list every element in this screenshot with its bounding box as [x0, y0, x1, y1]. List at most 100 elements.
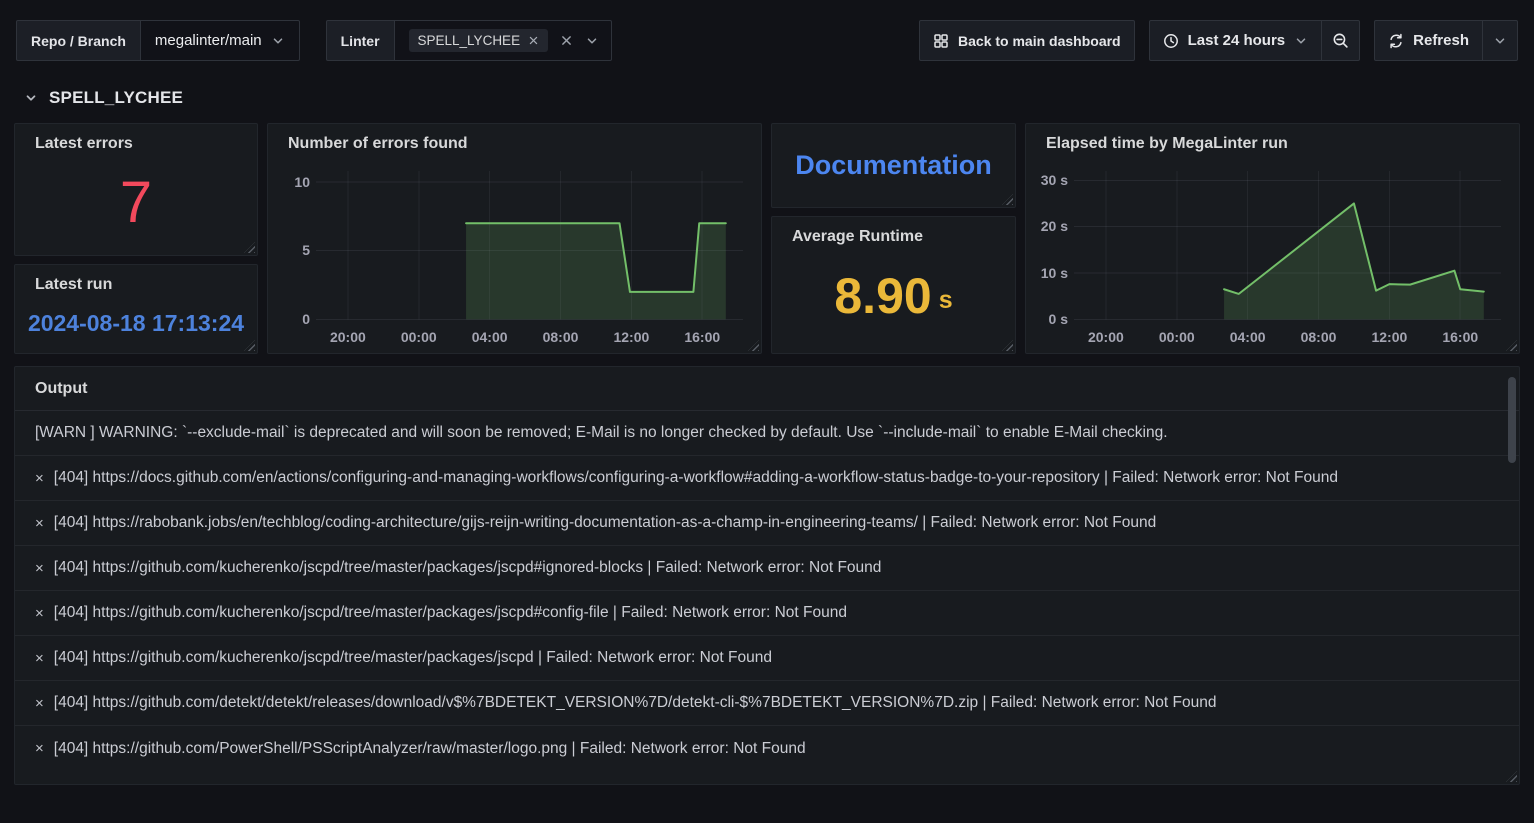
log-text: [WARN ] WARNING: `--exclude-mail` is dep… — [35, 424, 1168, 442]
log-text: [404] https://rabobank.jobs/en/techblog/… — [54, 514, 1156, 532]
log-text: [404] https://github.com/detekt/detekt/r… — [54, 694, 1217, 712]
linter-select[interactable]: SPELL_LYCHEE — [394, 20, 613, 61]
log-row: × [404] https://docs.github.com/en/actio… — [15, 456, 1519, 501]
dashboard-grid-icon — [933, 33, 949, 49]
panel-number-of-errors: Number of errors found 0510 20:0000:0004… — [267, 123, 762, 354]
panel-title[interactable]: Latest run — [15, 265, 257, 296]
linter-tag-chip[interactable]: SPELL_LYCHEE — [409, 29, 549, 52]
output-log-list: [WARN ] WARNING: `--exclude-mail` is dep… — [15, 411, 1519, 784]
x-axis-tick-label: 04:00 — [1230, 329, 1266, 345]
column-stats-right: Documentation Average Runtime 8.90 s — [771, 123, 1016, 354]
y-axis-tick-label: 30 s — [1041, 172, 1068, 188]
y-axis-tick-label: 5 — [302, 242, 310, 258]
x-axis-tick-label: 04:00 — [472, 329, 508, 345]
elapsed-time-chart: 0 s10 s20 s30 s 20:0000:0004:0008:0012:0… — [1034, 159, 1509, 347]
average-runtime-unit: s — [939, 286, 953, 315]
x-axis-tick-label: 16:00 — [684, 329, 720, 345]
panel-elapsed-time: Elapsed time by MegaLinter run 0 s 10 s 20… — [1025, 123, 1520, 354]
back-to-main-dashboard-button[interactable]: Back to main dashboard — [919, 20, 1135, 61]
refresh-button[interactable]: Refresh — [1374, 20, 1483, 61]
chevron-down-icon — [1493, 34, 1507, 48]
panel-output: Output [WARN ] WARNING: `--exclude-mail`… — [14, 366, 1520, 785]
grafana-dashboard: Repo / Branch megalinter/main Linter SPE… — [0, 20, 1534, 823]
x-axis-tick-label: 20:00 — [1088, 329, 1124, 345]
refresh-label: Refresh — [1413, 32, 1469, 49]
y-axis-tick-label: 20 s — [1041, 218, 1068, 234]
chart-plot-area — [316, 171, 743, 319]
panel-title[interactable]: Number of errors found — [268, 124, 761, 155]
average-runtime-value: 8.90 — [834, 271, 931, 321]
zoom-out-time-button[interactable] — [1321, 20, 1360, 61]
panel-title[interactable]: Elapsed time by MegaLinter run — [1026, 124, 1519, 155]
linter-variable: Linter SPELL_LYCHEE — [326, 20, 612, 61]
chart-svg — [316, 171, 743, 319]
time-range-label: Last 24 hours — [1188, 32, 1286, 49]
clock-icon — [1163, 33, 1179, 49]
log-row: × [404] https://github.com/kucherenko/js… — [15, 591, 1519, 636]
log-row: [WARN ] WARNING: `--exclude-mail` is dep… — [15, 411, 1519, 456]
linter-label: Linter — [326, 20, 395, 61]
panel-grid: Latest errors 7 Latest run 2024-08-18 17… — [14, 123, 1520, 354]
log-text: [404] https://github.com/kucherenko/jscp… — [54, 649, 772, 667]
row-header-spell-lychee[interactable]: SPELL_LYCHEE — [24, 88, 183, 108]
chevron-down-icon — [1294, 34, 1308, 48]
panel-latest-run: Latest run 2024-08-18 17:13:24 — [14, 264, 258, 354]
x-axis-tick-label: 12:00 — [613, 329, 649, 345]
remove-tag-icon[interactable] — [528, 35, 539, 46]
log-error-x-icon: × — [35, 650, 44, 667]
x-axis-tick-label: 20:00 — [330, 329, 366, 345]
time-range-picker[interactable]: Last 24 hours — [1149, 20, 1323, 61]
chart-svg — [1074, 171, 1501, 319]
x-axis-tick-label: 16:00 — [1442, 329, 1478, 345]
latest-errors-value: 7 — [120, 174, 152, 232]
y-axis-tick-label: 10 s — [1041, 265, 1068, 281]
log-text: [404] https://github.com/PowerShell/PSSc… — [54, 740, 806, 758]
refresh-icon — [1388, 33, 1404, 49]
y-axis-tick-label: 0 s — [1049, 311, 1068, 327]
log-error-x-icon: × — [35, 560, 44, 577]
log-row: × [404] https://github.com/kucherenko/js… — [15, 546, 1519, 591]
y-axis-tick-label: 0 — [302, 311, 310, 327]
log-error-x-icon: × — [35, 470, 44, 487]
repo-branch-variable: Repo / Branch megalinter/main — [16, 20, 300, 61]
latest-run-value: 2024-08-18 17:13:24 — [28, 310, 244, 337]
chevron-down-icon — [24, 91, 38, 105]
panel-title[interactable]: Latest errors — [15, 124, 257, 155]
log-row: × [404] https://github.com/kucherenko/js… — [15, 636, 1519, 681]
output-panel-title[interactable]: Output — [15, 367, 1519, 411]
panel-latest-errors: Latest errors 7 — [14, 123, 258, 256]
panel-average-runtime: Average Runtime 8.90 s — [771, 216, 1016, 354]
chart-plot-area — [1074, 171, 1501, 319]
clear-selection-icon[interactable] — [560, 34, 573, 47]
log-error-x-icon: × — [35, 605, 44, 622]
toolbar-right: Back to main dashboard Last 24 hours Ref… — [919, 20, 1518, 61]
back-button-label: Back to main dashboard — [958, 33, 1121, 49]
row-title: SPELL_LYCHEE — [49, 88, 183, 108]
repo-branch-value: megalinter/main — [155, 32, 262, 49]
log-text: [404] https://docs.github.com/en/actions… — [54, 469, 1338, 487]
zoom-out-icon — [1332, 32, 1349, 49]
panel-title[interactable]: Average Runtime — [772, 217, 1015, 248]
y-axis-labels: 0510 — [276, 171, 310, 319]
toolbar: Repo / Branch megalinter/main Linter SPE… — [16, 20, 1518, 61]
log-text: [404] https://github.com/kucherenko/jscp… — [54, 604, 847, 622]
panel-documentation: Documentation — [771, 123, 1016, 208]
log-error-x-icon: × — [35, 515, 44, 532]
repo-branch-label: Repo / Branch — [16, 20, 141, 61]
x-axis-tick-label: 00:00 — [1159, 329, 1195, 345]
x-axis-tick-label: 12:00 — [1371, 329, 1407, 345]
documentation-link[interactable]: Documentation — [795, 150, 992, 181]
log-row: × [404] https://github.com/detekt/detekt… — [15, 681, 1519, 726]
y-axis-labels: 0 s10 s20 s30 s — [1034, 171, 1068, 319]
log-error-x-icon: × — [35, 740, 44, 757]
log-text: [404] https://github.com/kucherenko/jscp… — [54, 559, 882, 577]
linter-tag-text: SPELL_LYCHEE — [418, 33, 521, 48]
repo-branch-select[interactable]: megalinter/main — [140, 20, 300, 61]
log-row: × [404] https://github.com/PowerShell/PS… — [15, 726, 1519, 771]
output-scrollbar-thumb[interactable] — [1508, 377, 1516, 463]
refresh-group: Refresh — [1374, 20, 1518, 61]
chevron-down-icon[interactable] — [585, 34, 599, 48]
column-stats-left: Latest errors 7 Latest run 2024-08-18 17… — [14, 123, 258, 354]
refresh-interval-dropdown[interactable] — [1482, 20, 1518, 61]
x-axis-labels: 20:0000:0004:0008:0012:0016:00 — [1074, 329, 1501, 349]
